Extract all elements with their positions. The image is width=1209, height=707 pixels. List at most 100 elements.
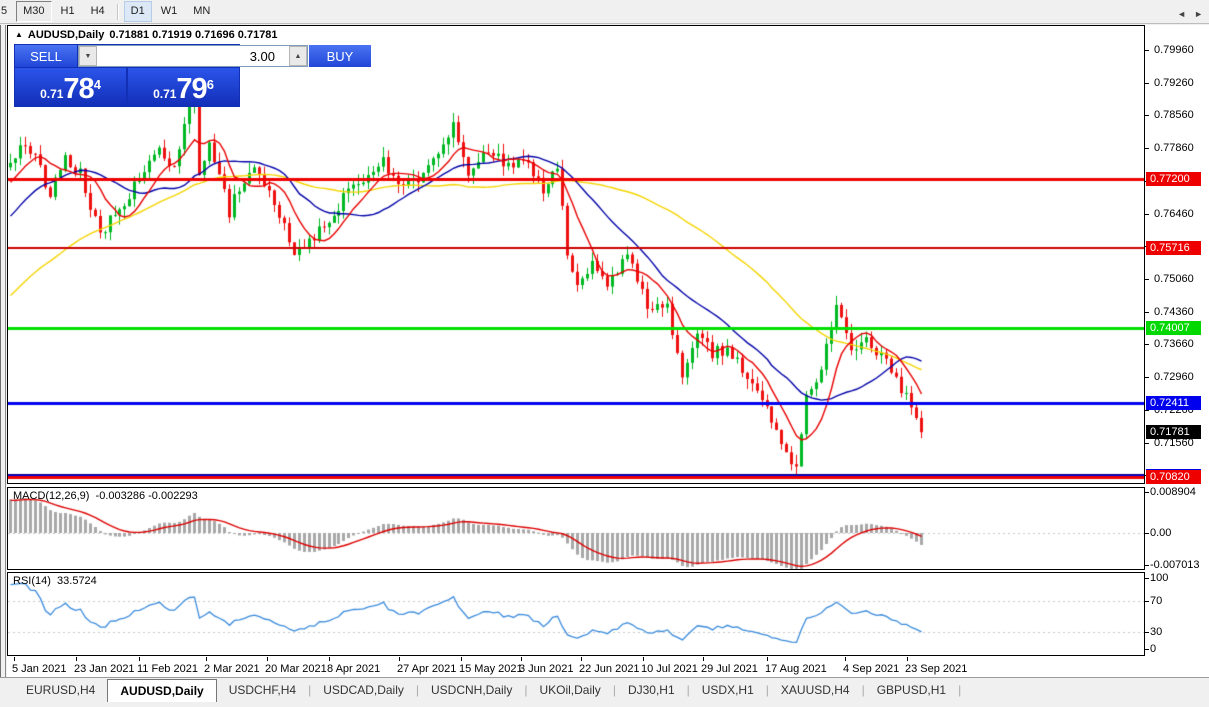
tab-usdx-h1[interactable]: USDX,H1 — [690, 680, 766, 701]
macd-values: -0.003286 -0.002293 — [95, 490, 198, 502]
axis-tick-mark — [1144, 148, 1149, 149]
trading-terminal: 5 M30 H1 H4 D1 W1 MN ▲ AUDUSD,Daily 0.71881 0.… — [0, 0, 1209, 707]
price-tick-label: 0.75060 — [1153, 273, 1195, 285]
sr-price-label: 0.77200 — [1146, 172, 1201, 186]
sell-button[interactable]: SELL — [15, 45, 77, 67]
volume-decrease-icon[interactable]: ▼ — [79, 46, 97, 66]
one-click-trading-panel: SELL ▼ ▲ BUY 0.71 78 4 0.71 79 6 — [14, 44, 371, 107]
macd-indicator-pane[interactable]: MACD(12,26,9) -0.003286 -0.002293 — [7, 487, 1145, 570]
tab-usdcnh-daily[interactable]: USDCNH,Daily — [419, 680, 524, 701]
date-label: 29 Jul 2021 — [701, 663, 758, 675]
timeframe-button-5[interactable]: 5 — [0, 1, 14, 22]
tab-usdchf-h4[interactable]: USDCHF,H4 — [217, 680, 308, 701]
date-tick-mark — [399, 657, 400, 661]
axis-tick-mark — [1144, 214, 1149, 215]
timeframe-button-d1[interactable]: D1 — [123, 1, 152, 22]
price-tick-label: 0.72960 — [1153, 371, 1195, 383]
chart-ohlc-values: 0.71881 0.71919 0.71696 0.71781 — [109, 29, 278, 41]
date-label: 10 Jul 2021 — [641, 663, 698, 675]
sell-price-sup: 4 — [93, 77, 101, 92]
tab-ukoil-daily[interactable]: UKOil,Daily — [527, 680, 612, 701]
axis-tick-mark — [1144, 377, 1149, 378]
sr-price-label: 0.75716 — [1146, 241, 1201, 255]
timeframe-toolbar: 5 M30 H1 H4 D1 W1 MN — [0, 0, 1209, 24]
tab-usdcad-daily[interactable]: USDCAD,Daily — [311, 680, 416, 701]
volume-increase-icon[interactable]: ▲ — [289, 46, 307, 66]
sr-price-label: 0.70820 — [1146, 470, 1201, 484]
buy-price-small: 0.71 — [153, 87, 177, 101]
date-tick-mark — [643, 657, 644, 661]
sell-price-display[interactable]: 0.71 78 4 — [15, 68, 126, 106]
date-label: 17 Aug 2021 — [765, 663, 827, 675]
toolbar-separator — [116, 3, 119, 20]
buy-price-display[interactable]: 0.71 79 6 — [128, 68, 239, 106]
tab-gbpusd-h1[interactable]: GBPUSD,H1 — [865, 680, 958, 701]
date-label: 8 Apr 2021 — [327, 663, 381, 675]
date-tick-mark — [206, 657, 207, 661]
timeframe-button-w1[interactable]: W1 — [154, 1, 185, 22]
date-tick-mark — [703, 657, 704, 661]
axis-tick-mark — [1144, 312, 1149, 313]
rsi-indicator-pane[interactable]: RSI(14) 33.5724 — [7, 572, 1145, 656]
chart-symbol-label: AUDUSD,Daily — [27, 29, 105, 41]
tab-eurusd-h4[interactable]: EURUSD,H4 — [14, 680, 107, 701]
rsi-label: RSI(14) 33.5724 — [13, 575, 97, 587]
date-tick-mark — [767, 657, 768, 661]
date-label: 5 Jan 2021 — [12, 663, 67, 675]
macd-name: MACD(12,26,9) — [13, 490, 90, 502]
date-tick-mark — [329, 657, 330, 661]
date-label: 20 Mar 2021 — [265, 663, 327, 675]
date-label: 23 Sep 2021 — [905, 663, 968, 675]
date-axis[interactable]: 5 Jan 2021 23 Jan 2021 11 Feb 2021 2 Mar 20… — [7, 657, 1209, 677]
date-label: 23 Jan 2021 — [74, 663, 135, 675]
collapse-arrow-icon[interactable]: ▲ — [15, 31, 23, 39]
axis-tick-mark — [1144, 649, 1149, 650]
timeframe-button-h4[interactable]: H4 — [84, 1, 112, 22]
sr-price-label: 0.74007 — [1146, 321, 1201, 335]
rsi-axis-label: 70 — [1150, 595, 1163, 607]
main-chart-pane[interactable]: ▲ AUDUSD,Daily 0.71881 0.71919 0.71696 0… — [7, 25, 1145, 484]
tab-dj30-h1[interactable]: DJ30,H1 — [616, 680, 687, 701]
axis-tick-mark — [1144, 492, 1149, 493]
axis-tick-mark — [1144, 83, 1149, 84]
price-tick-label: 0.78560 — [1153, 109, 1195, 121]
date-label: 3 Jun 2021 — [519, 663, 574, 675]
timeframe-button-m30[interactable]: M30 — [16, 1, 52, 22]
date-tick-mark — [14, 657, 15, 661]
axis-tick-mark — [1144, 533, 1149, 534]
tab-xauusd-h4[interactable]: XAUUSD,H4 — [769, 680, 862, 701]
window-frame-line — [5, 25, 6, 677]
price-tick-label: 0.74360 — [1153, 306, 1195, 318]
tab-separator: | — [958, 683, 962, 697]
macd-label: MACD(12,26,9) -0.003286 -0.002293 — [13, 490, 198, 502]
tab-scroll-right-icon[interactable]: ► — [1194, 9, 1203, 19]
buy-button[interactable]: BUY — [309, 45, 371, 67]
timeframe-button-mn[interactable]: MN — [186, 1, 217, 22]
axis-tick-mark — [1144, 279, 1149, 280]
axis-tick-mark — [1144, 115, 1149, 116]
axis-tick-mark — [1144, 565, 1149, 566]
price-tick-label: 0.76460 — [1153, 208, 1195, 220]
volume-spinner: ▼ ▲ — [78, 45, 308, 67]
date-tick-mark — [581, 657, 582, 661]
date-tick-mark — [76, 657, 77, 661]
date-label: 11 Feb 2021 — [137, 663, 198, 675]
date-tick-mark — [907, 657, 908, 661]
current-price-label: 0.71781 — [1146, 425, 1201, 439]
date-tick-mark — [267, 657, 268, 661]
axis-tick-mark — [1144, 578, 1149, 579]
timeframe-button-h1[interactable]: H1 — [54, 1, 82, 22]
symbol-tab-bar: EURUSD,H4 AUDUSD,Daily USDCHF,H4 | USDCAD,Da… — [0, 677, 1209, 707]
axis-tick-mark — [1144, 601, 1149, 602]
sr-price-label: 0.72411 — [1146, 396, 1201, 410]
date-tick-mark — [845, 657, 846, 661]
rsi-value: 33.5724 — [57, 575, 97, 587]
rsi-chart[interactable] — [8, 573, 1144, 655]
tab-scroll-left-icon[interactable]: ◄ — [1177, 9, 1186, 19]
date-label: 4 Sep 2021 — [843, 663, 900, 675]
price-tick-label: 0.79960 — [1153, 44, 1195, 56]
volume-input[interactable] — [97, 46, 289, 66]
axis-tick-mark — [1144, 410, 1149, 411]
tab-audusd-daily[interactable]: AUDUSD,Daily — [107, 679, 217, 702]
window-frame-line — [0, 25, 1, 677]
